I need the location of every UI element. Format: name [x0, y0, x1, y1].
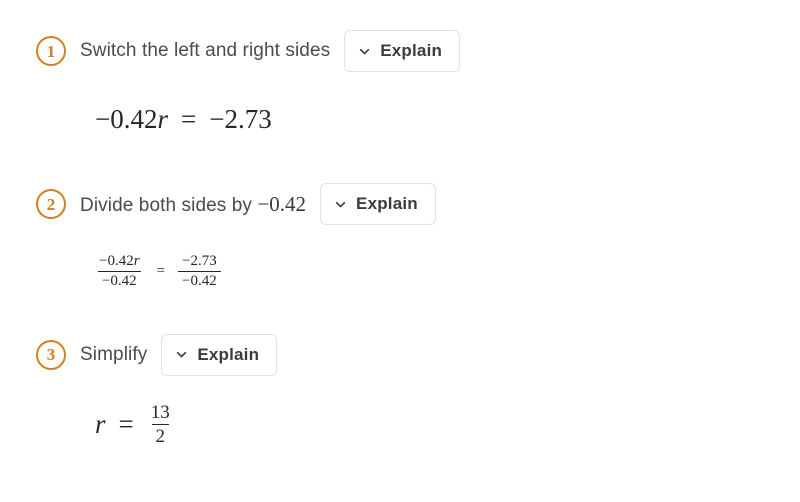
explain-button-step-1[interactable]: Explain [344, 30, 461, 72]
step-description-text: Switch the left and right sides [80, 40, 331, 61]
equation-result-fraction: 13 2 [147, 402, 174, 448]
chevron-down-icon [358, 45, 371, 58]
explain-button-label: Explain [380, 41, 443, 60]
equation-lhs-variable: r [157, 104, 168, 134]
equation-variable: r [95, 408, 106, 439]
explain-button-label: Explain [356, 194, 418, 213]
fraction-numerator: 13 [150, 401, 170, 423]
step-header: 2 Divide both sides by −0.42 Explain [0, 183, 800, 225]
step-number-badge: 1 [36, 36, 66, 66]
step-1-equation: −0.42 r = −2.73 [0, 104, 800, 135]
step-2-equation: −0.42r −0.42 = −2.73 −0.42 [0, 253, 800, 290]
step-number-badge: 2 [36, 189, 66, 219]
equation-right-fraction: −2.73 −0.42 [178, 253, 221, 290]
explain-button-step-3[interactable]: Explain [161, 333, 278, 376]
solution-step-2: 2 Divide both sides by −0.42 Explain −0.… [0, 183, 800, 290]
step-description-text: Divide both sides by [80, 194, 253, 216]
equation-left-fraction: −0.42r −0.42 [95, 253, 144, 290]
explain-button-step-2[interactable]: Explain [320, 183, 436, 225]
fraction-denominator: −0.42 [178, 270, 221, 290]
solution-step-1: 1 Switch the left and right sides Explai… [0, 30, 800, 135]
fraction-numerator: −0.42r [95, 253, 144, 271]
step-number-badge: 3 [36, 339, 66, 370]
chevron-down-icon [175, 348, 188, 361]
step-description-text: Simplify [80, 343, 148, 365]
fraction-denominator: 2 [151, 423, 169, 447]
chevron-down-icon [334, 198, 347, 211]
solution-step-3: 3 Simplify Explain r = 13 2 [0, 333, 800, 448]
fraction-denominator: −0.42 [97, 270, 141, 290]
step-description: Divide both sides by −0.42 [80, 192, 306, 217]
solution-steps-list: 1 Switch the left and right sides Explai… [0, 0, 800, 447]
equation-equals-sign: = [156, 262, 166, 279]
step-description: Simplify [80, 344, 147, 366]
step-description-inline-math: −0.42 [257, 191, 307, 216]
fraction-numerator: −2.73 [182, 253, 217, 269]
equation-rhs: −2.73 [209, 104, 272, 134]
step-number-label: 1 [46, 41, 56, 61]
step-header: 1 Switch the left and right sides Explai… [0, 30, 800, 72]
fraction-numerator-value: −0.42 [99, 253, 134, 269]
equation-lhs-coefficient: −0.42 [95, 104, 158, 134]
equation-equals-sign: = [181, 104, 197, 134]
step-3-equation: r = 13 2 [0, 402, 800, 448]
step-header: 3 Simplify Explain [0, 333, 800, 376]
explain-button-label: Explain [197, 344, 260, 364]
step-description: Switch the left and right sides [80, 40, 330, 62]
fraction-numerator-variable: r [133, 253, 140, 269]
equation-equals-sign: = [118, 408, 134, 439]
step-number-label: 2 [46, 194, 56, 214]
step-number-label: 3 [46, 345, 56, 365]
